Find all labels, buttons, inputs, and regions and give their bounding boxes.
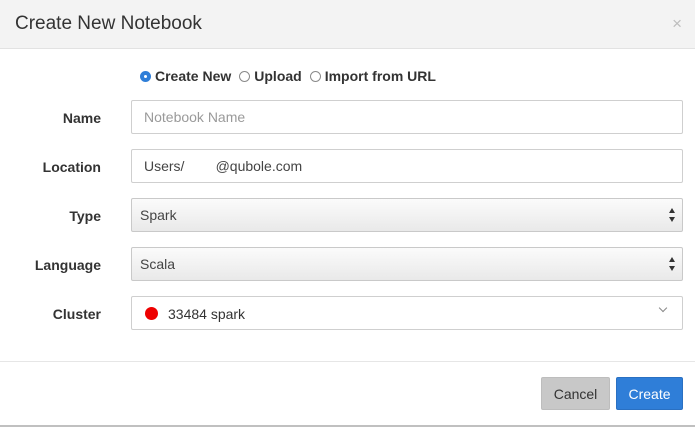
cluster-label: Cluster	[52, 306, 101, 322]
language-select-value: Scala	[140, 256, 176, 272]
radio-upload-label: Upload	[254, 68, 302, 84]
location-label: Location	[42, 159, 101, 175]
type-label: Type	[69, 208, 101, 224]
cluster-dropdown[interactable]: 33484 spark	[131, 296, 683, 330]
dialog-title: Create New Notebook	[15, 13, 202, 34]
radio-unchecked-icon[interactable]	[239, 70, 251, 82]
radio-create-new[interactable]: Create New	[140, 68, 231, 84]
footer-divider	[0, 361, 695, 362]
close-icon[interactable]: ×	[672, 15, 682, 32]
type-select[interactable]: Spark	[131, 198, 683, 232]
type-select-value: Spark	[140, 207, 177, 223]
select-arrows-icon	[669, 257, 676, 273]
chevron-down-icon	[658, 303, 668, 313]
create-notebook-dialog: Create New Notebook × Create New Upload …	[0, 0, 695, 427]
radio-create-new-label: Create New	[155, 68, 232, 84]
notebook-name-input[interactable]	[132, 101, 682, 133]
radio-import-url-label: Import from URL	[324, 68, 436, 84]
mode-radio-group: Create New Upload Import from URL	[140, 67, 444, 85]
cluster-status-dot-icon	[145, 307, 158, 320]
location-input[interactable]	[132, 150, 682, 182]
cluster-value: 33484 spark	[168, 306, 246, 322]
radio-unchecked-icon[interactable]	[309, 70, 321, 82]
language-select[interactable]: Scala	[131, 247, 683, 281]
name-field-wrapper	[131, 100, 683, 134]
language-label: Language	[34, 257, 101, 273]
radio-import-url[interactable]: Import from URL	[309, 68, 436, 84]
cancel-button[interactable]: Cancel	[541, 377, 610, 410]
name-label: Name	[62, 110, 101, 126]
select-arrows-icon	[669, 208, 676, 224]
radio-checked-icon[interactable]	[140, 70, 151, 82]
create-button[interactable]: Create	[616, 377, 683, 410]
radio-upload[interactable]: Upload	[239, 68, 302, 84]
dialog-header: Create New Notebook ×	[0, 0, 695, 49]
location-field-wrapper	[131, 149, 683, 183]
